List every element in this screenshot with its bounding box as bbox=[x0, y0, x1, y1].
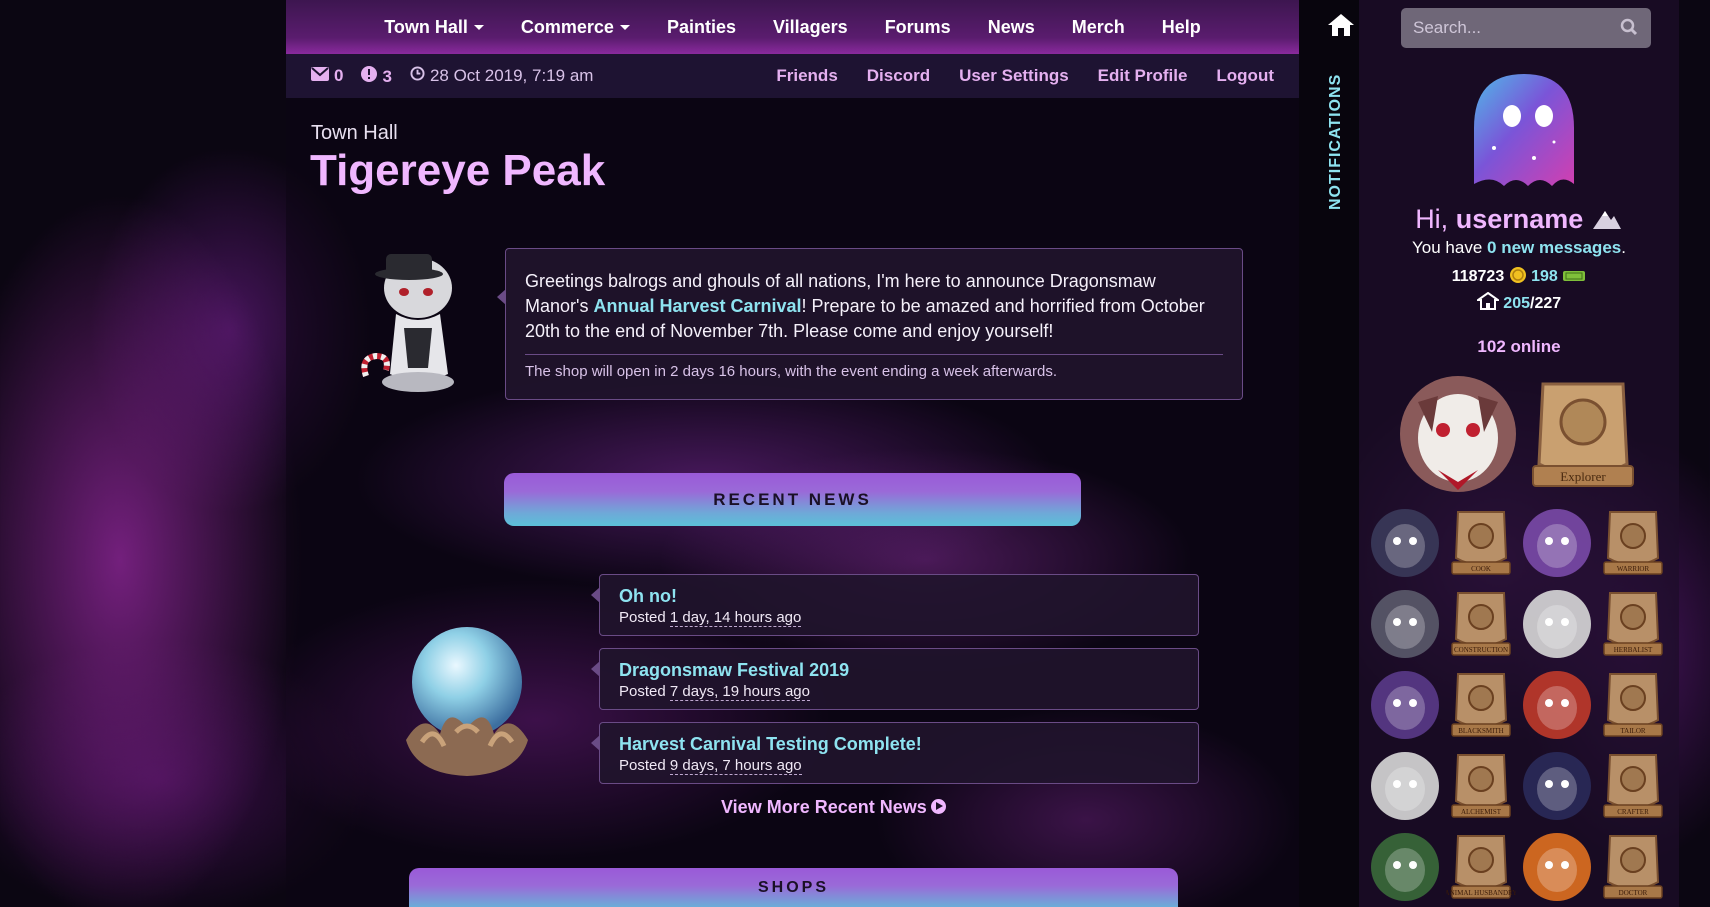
main-content: Town Hall Commerce Painties Villagers Fo… bbox=[286, 0, 1299, 907]
news-title[interactable]: Oh no! bbox=[619, 586, 1179, 607]
nav-commerce[interactable]: Commerce bbox=[521, 17, 630, 38]
news-posted: Posted 7 days, 19 hours ago bbox=[619, 683, 810, 701]
new-messages-link[interactable]: 0 new messages bbox=[1487, 238, 1621, 257]
envelope-icon bbox=[311, 67, 329, 81]
badge-label: ALCHEMIST bbox=[1461, 808, 1502, 816]
mail-counter[interactable]: 0 bbox=[311, 66, 343, 86]
news-posted: Posted 9 days, 7 hours ago bbox=[619, 757, 802, 775]
pet-avatar[interactable] bbox=[1398, 372, 1518, 496]
home-icon[interactable] bbox=[1326, 12, 1356, 38]
nav-painties[interactable]: Painties bbox=[667, 17, 736, 38]
link-user-settings[interactable]: User Settings bbox=[959, 66, 1069, 86]
news-title[interactable]: Harvest Carnival Testing Complete! bbox=[619, 734, 1179, 755]
clock-icon bbox=[410, 66, 425, 81]
job-badge[interactable]: ANIMAL HUSBANDRY bbox=[1446, 832, 1516, 902]
mountain-icon bbox=[1592, 211, 1621, 229]
badge-label: HERBALIST bbox=[1614, 646, 1653, 654]
nav-town-hall[interactable]: Town Hall bbox=[384, 17, 484, 38]
nav-merch[interactable]: Merch bbox=[1072, 17, 1125, 38]
pet-avatar[interactable] bbox=[1522, 589, 1592, 659]
link-edit-profile[interactable]: Edit Profile bbox=[1098, 66, 1188, 86]
top-nav: Town Hall Commerce Painties Villagers Fo… bbox=[286, 0, 1299, 54]
news-item[interactable]: Dragonsmaw Festival 2019 Posted 7 days, … bbox=[591, 648, 1199, 710]
link-friends[interactable]: Friends bbox=[776, 66, 837, 86]
nav-forums[interactable]: Forums bbox=[885, 17, 951, 38]
badge-label: TAILOR bbox=[1620, 727, 1645, 735]
job-badge[interactable]: CONSTRUCTION bbox=[1446, 589, 1516, 659]
sub-nav: 0 3 28 Oct 2019, 7:19 am Friends Discord… bbox=[286, 54, 1299, 98]
shops-banner: SHOPS bbox=[409, 868, 1178, 907]
pet-avatar[interactable] bbox=[1370, 751, 1440, 821]
pet-avatar[interactable] bbox=[1522, 751, 1592, 821]
npc-character-image bbox=[361, 254, 454, 392]
currency-line: 118723 198 bbox=[1359, 266, 1679, 286]
housing-line: 205/227 bbox=[1359, 291, 1679, 313]
badge-label: WARRIOR bbox=[1617, 565, 1650, 573]
online-count[interactable]: 102 online bbox=[1359, 337, 1679, 357]
pet-avatar[interactable] bbox=[1370, 508, 1440, 578]
nav-news[interactable]: News bbox=[988, 17, 1035, 38]
job-badge[interactable]: BLACKSMITH bbox=[1446, 670, 1516, 740]
nav-villagers[interactable]: Villagers bbox=[773, 17, 848, 38]
news-item[interactable]: Harvest Carnival Testing Complete! Poste… bbox=[591, 722, 1199, 784]
job-badge[interactable]: DOCTOR bbox=[1598, 832, 1668, 902]
announcement-card: Greetings balrogs and ghouls of all nati… bbox=[497, 248, 1243, 400]
ticket-icon bbox=[1563, 271, 1586, 281]
user-avatar[interactable] bbox=[1454, 68, 1582, 194]
job-badge[interactable]: CRAFTER bbox=[1598, 751, 1668, 821]
nav-help[interactable]: Help bbox=[1162, 17, 1201, 38]
pet-avatar[interactable] bbox=[1370, 670, 1440, 740]
notifications-tab[interactable]: NOTIFICATIONS bbox=[1327, 74, 1345, 210]
pet-avatar[interactable] bbox=[1370, 832, 1440, 902]
server-time: 28 Oct 2019, 7:19 am bbox=[410, 66, 593, 86]
view-more-news-link[interactable]: View More Recent News bbox=[721, 797, 946, 818]
news-posted: Posted 1 day, 14 hours ago bbox=[619, 609, 802, 627]
play-circle-icon bbox=[930, 799, 946, 814]
pet-avatar[interactable] bbox=[1522, 832, 1592, 902]
badge-label: BLACKSMITH bbox=[1458, 727, 1504, 735]
badge-label: ANIMAL HUSBANDRY bbox=[1446, 889, 1516, 897]
job-badge[interactable]: ALCHEMIST bbox=[1446, 751, 1516, 821]
divider bbox=[525, 354, 1223, 355]
badge-label: CONSTRUCTION bbox=[1454, 646, 1508, 654]
link-discord[interactable]: Discord bbox=[867, 66, 930, 86]
news-title[interactable]: Dragonsmaw Festival 2019 bbox=[619, 660, 1179, 681]
search-icon[interactable] bbox=[1620, 18, 1638, 36]
page-title: Tigereye Peak bbox=[310, 146, 606, 195]
job-badge[interactable]: TAILOR bbox=[1598, 670, 1668, 740]
job-badge[interactable]: COOK bbox=[1446, 508, 1516, 578]
pet-avatar[interactable] bbox=[1522, 670, 1592, 740]
caret-down-icon bbox=[473, 25, 484, 31]
announcement-note: The shop will open in 2 days 16 hours, w… bbox=[525, 363, 1057, 380]
explorer-badge[interactable]: Explorer bbox=[1523, 374, 1643, 492]
username-link[interactable]: username bbox=[1456, 204, 1584, 234]
greeting: Hi, username bbox=[1359, 204, 1679, 235]
house-icon bbox=[1474, 291, 1502, 310]
breadcrumb[interactable]: Town Hall bbox=[311, 122, 398, 145]
crystal-ball-image bbox=[406, 627, 528, 776]
coin-icon bbox=[1509, 267, 1526, 283]
alert-counter[interactable]: 3 bbox=[361, 65, 392, 87]
announcement-text: Greetings balrogs and ghouls of all nati… bbox=[525, 271, 1205, 341]
exclamation-circle-icon bbox=[361, 65, 378, 82]
search-input[interactable] bbox=[1401, 8, 1651, 48]
pet-avatar[interactable] bbox=[1370, 589, 1440, 659]
messages-line: You have 0 new messages. bbox=[1412, 238, 1626, 257]
svg-text:Explorer: Explorer bbox=[1560, 469, 1606, 484]
recent-news-banner: RECENT NEWS bbox=[504, 473, 1081, 526]
badge-label: CRAFTER bbox=[1617, 808, 1649, 816]
harvest-carnival-link[interactable]: Annual Harvest Carnival bbox=[593, 296, 801, 316]
caret-down-icon bbox=[619, 25, 630, 31]
news-item[interactable]: Oh no! Posted 1 day, 14 hours ago bbox=[591, 574, 1199, 636]
job-badge[interactable]: WARRIOR bbox=[1598, 508, 1668, 578]
badge-label: COOK bbox=[1471, 565, 1491, 573]
link-logout[interactable]: Logout bbox=[1216, 66, 1274, 86]
pet-avatar[interactable] bbox=[1522, 508, 1592, 578]
job-badge[interactable]: HERBALIST bbox=[1598, 589, 1668, 659]
badge-label: DOCTOR bbox=[1619, 889, 1648, 897]
